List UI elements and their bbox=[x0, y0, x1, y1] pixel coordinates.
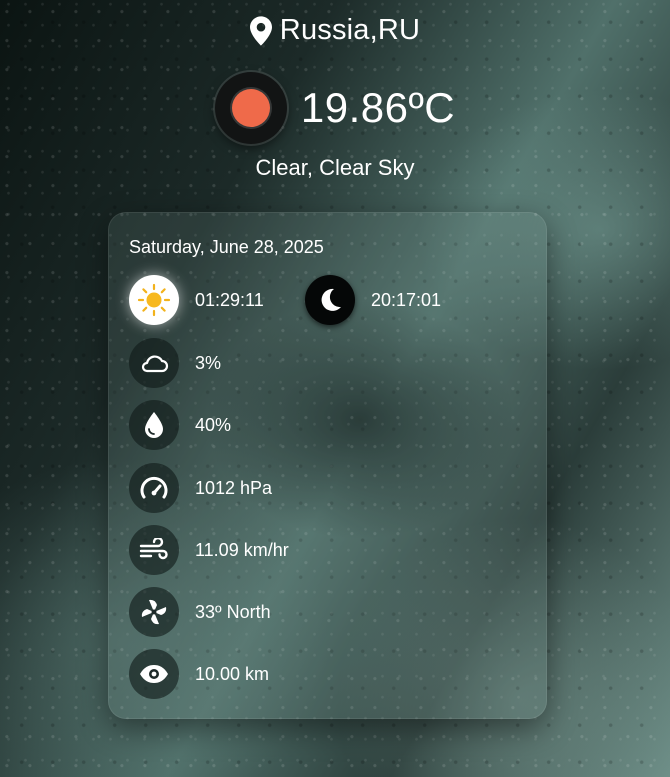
pressure-row: 1012 hPa bbox=[129, 463, 272, 513]
sunset-time: 20:17:01 bbox=[371, 289, 442, 310]
clear-sky-icon bbox=[214, 72, 287, 144]
cloud-icon bbox=[129, 338, 179, 388]
wind-direction-row: 33º North bbox=[129, 587, 271, 637]
gauge-icon bbox=[129, 463, 179, 513]
current-weather: 19.86ºC bbox=[0, 72, 670, 144]
wind-icon bbox=[129, 525, 179, 575]
wind-direction-value: 33º North bbox=[195, 601, 271, 622]
visibility-row: 10.00 km bbox=[129, 649, 269, 699]
date-label: Saturday, June 28, 2025 bbox=[129, 237, 324, 257]
temperature: 19.86ºC bbox=[300, 84, 456, 131]
location-name: Russia,RU bbox=[279, 14, 421, 46]
water-drop-icon bbox=[129, 400, 179, 450]
cloudiness-value: 3% bbox=[195, 352, 222, 373]
weather-details-card: Saturday, June 28, 2025 01:29:11 20:17:0… bbox=[108, 212, 547, 719]
fan-icon bbox=[129, 587, 179, 637]
visibility-value: 10.00 km bbox=[195, 663, 270, 684]
location: Russia,RU bbox=[0, 14, 670, 47]
clouds-row: 3% bbox=[129, 338, 221, 388]
humidity-row: 40% bbox=[129, 400, 231, 450]
sunrise-row: 01:29:11 bbox=[129, 275, 264, 325]
wind-speed-value: 11.09 km/hr bbox=[195, 539, 289, 560]
sunrise-time: 01:29:11 bbox=[195, 289, 264, 310]
sun-icon bbox=[129, 275, 179, 325]
pressure-value: 1012 hPa bbox=[195, 477, 273, 498]
wind-speed-row: 11.09 km/hr bbox=[129, 525, 289, 575]
moon-icon bbox=[305, 275, 355, 325]
weather-description: Clear, Clear Sky bbox=[255, 155, 415, 180]
map-pin-icon bbox=[249, 15, 272, 46]
eye-icon bbox=[129, 649, 179, 699]
sunset-row: 20:17:01 bbox=[305, 275, 441, 325]
humidity-value: 40% bbox=[195, 414, 232, 435]
